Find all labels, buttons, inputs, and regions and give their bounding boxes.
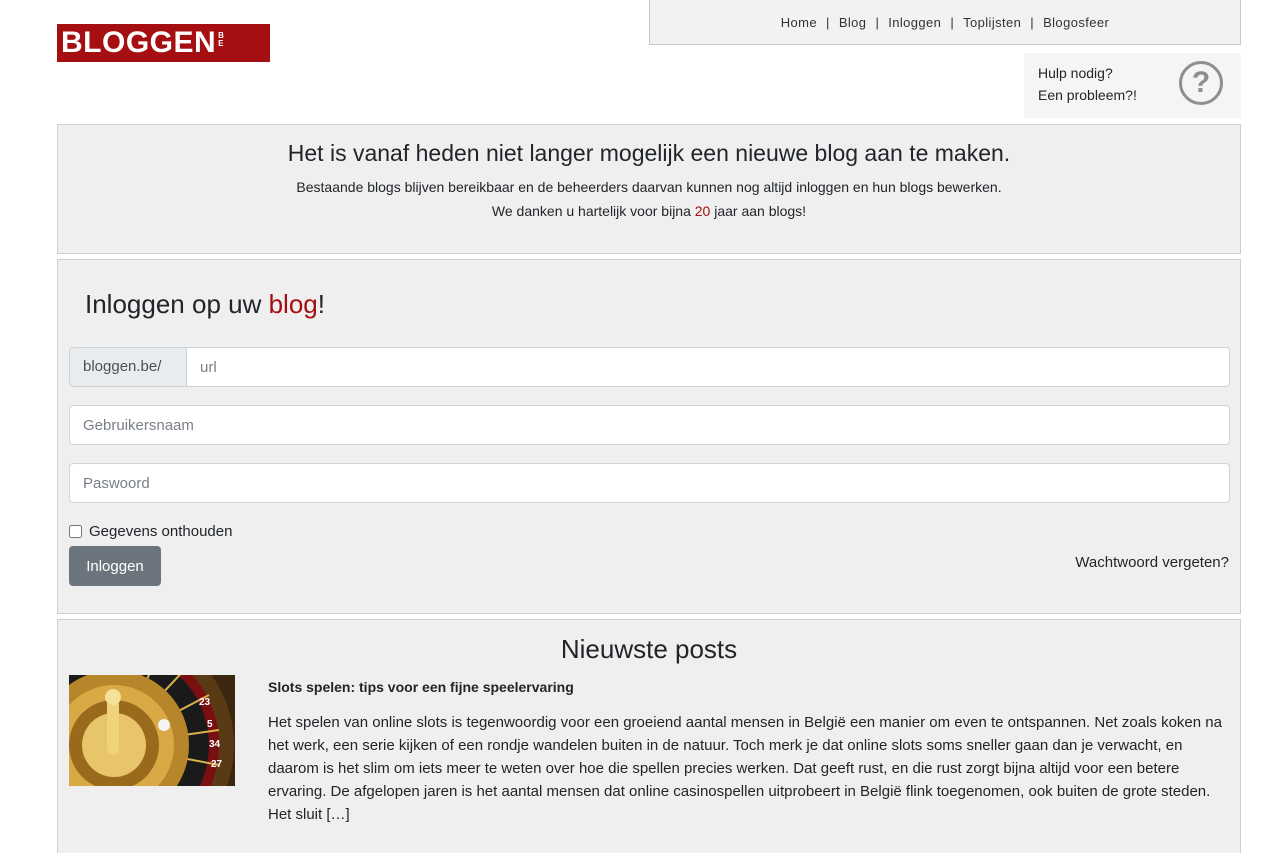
notice-years: 20 bbox=[694, 203, 711, 219]
notice-line-2-end: jaar aan blogs! bbox=[710, 203, 807, 219]
notice-panel: Het is vanaf heden niet langer mogelijk … bbox=[57, 124, 1241, 254]
remember-me[interactable]: Gegevens onthouden bbox=[69, 523, 232, 540]
notice-line-2: We danken u hartelijk voor bijna 20 jaar… bbox=[58, 199, 1240, 223]
remember-checkbox[interactable] bbox=[69, 525, 82, 538]
svg-text:27: 27 bbox=[211, 759, 223, 770]
svg-text:5: 5 bbox=[207, 719, 213, 730]
login-panel: Inloggen op uw blog! bloggen.be/ Gegeven… bbox=[57, 259, 1241, 614]
notice-line-1: Bestaande blogs blijven bereikbaar en de… bbox=[296, 179, 1002, 195]
forgot-password-link[interactable]: Wachtwoord vergeten? bbox=[1075, 554, 1229, 571]
nav-home[interactable]: Home bbox=[781, 15, 817, 30]
posts-title: Nieuwste posts bbox=[560, 634, 738, 664]
login-title-highlight: blog bbox=[268, 289, 318, 319]
nav-blog[interactable]: Blog bbox=[839, 15, 867, 30]
url-input[interactable] bbox=[186, 347, 1230, 387]
latest-posts-panel: Nieuwste posts 23 5 34 27 Slots spelen: … bbox=[57, 619, 1241, 853]
help-line-1: Hulp nodig? bbox=[1038, 65, 1113, 81]
nav-separator: | bbox=[875, 14, 880, 30]
login-button[interactable]: Inloggen bbox=[69, 546, 161, 586]
logo-text: BLOGGEN bbox=[61, 26, 217, 59]
help-box[interactable]: Hulp nodig? Een probleem?! ? bbox=[1024, 53, 1241, 118]
question-icon[interactable]: ? bbox=[1179, 61, 1223, 105]
logo-suffix: BE bbox=[218, 31, 225, 48]
svg-text:23: 23 bbox=[199, 697, 211, 708]
password-input[interactable] bbox=[69, 463, 1230, 503]
post-title[interactable]: Slots spelen: tips voor een fijne speele… bbox=[268, 679, 574, 695]
roulette-image: 23 5 34 27 bbox=[69, 675, 235, 786]
url-input-group: bloggen.be/ bbox=[69, 347, 1230, 387]
post-excerpt: Het spelen van online slots is tegenwoor… bbox=[268, 714, 1222, 823]
nav-separator: | bbox=[1030, 14, 1035, 30]
login-title-start: Inloggen op uw bbox=[85, 289, 269, 319]
nav-toplijsten[interactable]: Toplijsten bbox=[963, 15, 1021, 30]
url-prefix: bloggen.be/ bbox=[69, 347, 186, 387]
notice-line-2-start: We danken u hartelijk voor bijna bbox=[491, 203, 695, 219]
top-navigation: Home | Blog | Inloggen | Toplijsten | Bl… bbox=[649, 0, 1241, 45]
nav-inloggen[interactable]: Inloggen bbox=[888, 15, 941, 30]
nav-separator: | bbox=[950, 14, 955, 30]
login-title: Inloggen op uw blog! bbox=[85, 289, 325, 320]
notice-title: Het is vanaf heden niet langer mogelijk … bbox=[287, 140, 1011, 166]
nav-blogosfeer[interactable]: Blogosfeer bbox=[1043, 15, 1109, 30]
help-text: Hulp nodig? Een probleem?! bbox=[1038, 62, 1137, 106]
post-thumbnail[interactable]: 23 5 34 27 bbox=[69, 675, 235, 786]
site-logo[interactable]: BLOGGEN BE bbox=[57, 24, 270, 62]
help-line-2: Een probleem?! bbox=[1038, 87, 1137, 103]
remember-label: Gegevens onthouden bbox=[89, 523, 233, 540]
username-input[interactable] bbox=[69, 405, 1230, 445]
login-title-end: ! bbox=[317, 289, 325, 319]
svg-text:34: 34 bbox=[209, 739, 221, 750]
nav-separator: | bbox=[826, 14, 830, 30]
